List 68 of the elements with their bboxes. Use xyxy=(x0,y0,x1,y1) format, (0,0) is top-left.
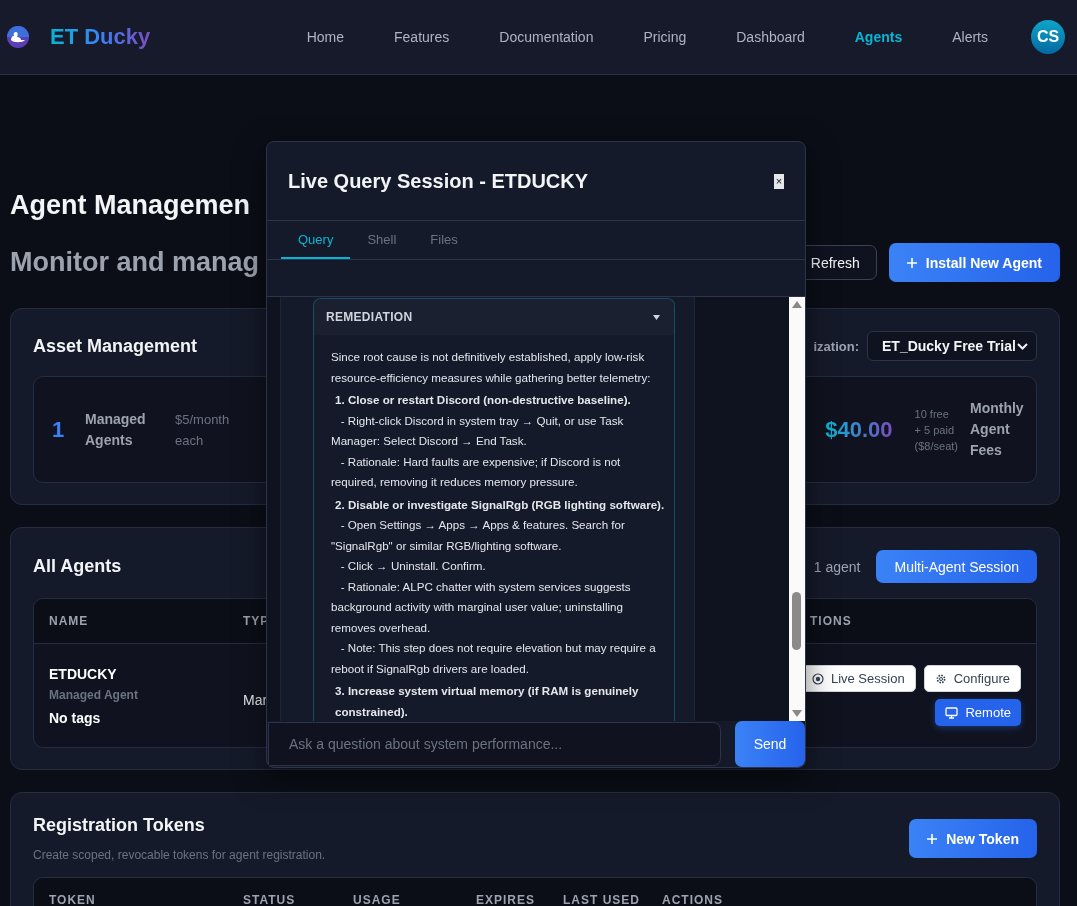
multi-agent-session-button[interactable]: Multi-Agent Session xyxy=(876,550,1037,583)
remediation-text: Since root cause is not definitively established, apply low-risk resource-efficiency measures while gathering better telemetry: xyxy=(331,349,652,386)
agent-type: Managed Agent xyxy=(49,687,139,702)
remote-button[interactable]: Remote xyxy=(935,699,1021,726)
nav-link[interactable]: Documentation xyxy=(499,29,594,45)
card-title: Asset Management xyxy=(33,335,198,357)
remediation-text: - Right-click Discord in system tray → Quit, or use Task Manager: Select Discord → End Task. xyxy=(331,412,625,449)
nav-link[interactable]: Pricing xyxy=(643,29,687,45)
nav-link[interactable]: Alerts xyxy=(952,29,988,45)
new-token-button[interactable]: New Token xyxy=(909,819,1037,858)
remediation-text: - Open Settings → Apps → Apps & features. Search for "SignalRgb" or similar RGB/lighting software. xyxy=(331,517,626,554)
section-header[interactable]: REMEDIATION xyxy=(314,299,674,335)
total-label: Monthly Agent Fees xyxy=(970,399,1025,460)
organization-label: ization: xyxy=(813,338,859,354)
remediation-step: 3. Increase system virtual memory (if RAM is genuinely constrained). xyxy=(331,681,666,721)
column-header: NAME xyxy=(48,614,90,628)
column-header: ACTIONS xyxy=(661,893,724,906)
close-button[interactable]: × xyxy=(774,173,784,189)
nav-link[interactable]: Agents xyxy=(854,29,903,45)
tab[interactable]: Shell xyxy=(350,221,414,259)
dialog-title: Live Query Session - ETDUCKY xyxy=(288,169,589,193)
column-header: USAGE xyxy=(352,893,402,906)
remediation-text: - Note: This step does not require elevation but may require a reboot if SignalRgb drivers are loaded. xyxy=(331,640,657,677)
caret-icon xyxy=(653,313,660,321)
count-label: Managed Agents xyxy=(85,409,147,450)
remediation-step: 1. Close or restart Discord (non-destructive baseline). xyxy=(331,390,666,411)
page-title: Agent Managemen xyxy=(10,189,252,222)
column-header: TOKEN xyxy=(48,893,97,906)
nav-link[interactable]: Features xyxy=(394,29,450,45)
column-header: EXPIRES xyxy=(475,893,537,906)
seat-breakdown: 10 free xyxy=(914,406,950,422)
remediation-text: - Rationale: Hard faults are expensive; if Discord is not required, removing it reduces memory pressure. xyxy=(331,453,622,490)
agent-count: 1 agent xyxy=(813,558,861,575)
duck-logo-icon xyxy=(6,25,30,49)
unit-price: $5/month each xyxy=(175,410,231,450)
column-header: TIONS xyxy=(809,614,853,628)
install-agent-button[interactable]: Install New Agent xyxy=(888,243,1060,282)
monitor-icon xyxy=(945,706,959,719)
organization-select[interactable]: ET_Ducky Free Trial xyxy=(867,331,1037,361)
table-cell-text: Mar xyxy=(243,690,268,708)
configure-button[interactable]: Configure xyxy=(923,665,1021,692)
gear-icon xyxy=(934,672,947,685)
seat-breakdown: + 5 paid xyxy=(914,422,956,438)
chevron-icon xyxy=(1017,342,1028,350)
page-subtitle: Monitor and manag xyxy=(10,247,260,278)
user-avatar[interactable]: CS xyxy=(1031,20,1065,54)
remediation-text: - Rationale: ALPC chatter with system services suggests background activity with marginal user value; uninstalling removes overhead. xyxy=(331,578,632,636)
agent-name: ETDUCKY xyxy=(49,665,118,682)
tab[interactable]: Query xyxy=(281,221,351,259)
plus-icon xyxy=(906,257,917,268)
question-input[interactable]: Ask a question about system performance... xyxy=(268,722,721,766)
card-title: All Agents xyxy=(33,556,122,577)
tab[interactable]: Files xyxy=(413,221,475,259)
scrollbar[interactable] xyxy=(789,297,805,721)
column-header: LAST USED xyxy=(562,893,641,906)
column-header: STATUS xyxy=(242,893,297,906)
send-button[interactable]: Send xyxy=(735,721,805,767)
agent-count: 1 xyxy=(52,416,66,443)
nav-link[interactable]: Home xyxy=(306,29,345,45)
nav-link[interactable]: Dashboard xyxy=(736,29,805,45)
agent-tags: No tags xyxy=(49,709,228,726)
card-title: Registration Tokens xyxy=(33,815,206,836)
plus-icon xyxy=(927,833,938,844)
target-icon xyxy=(811,672,824,685)
remediation-text: - Click → Uninstall. Confirm. xyxy=(339,558,487,574)
remediation-step: 2. Disable or investigate SignalRgb (RGB lighting software). xyxy=(331,494,666,515)
card-description: Create scoped, revocable tokens for agent registration. xyxy=(33,848,326,862)
seat-breakdown: ($8/seat) xyxy=(914,438,958,454)
